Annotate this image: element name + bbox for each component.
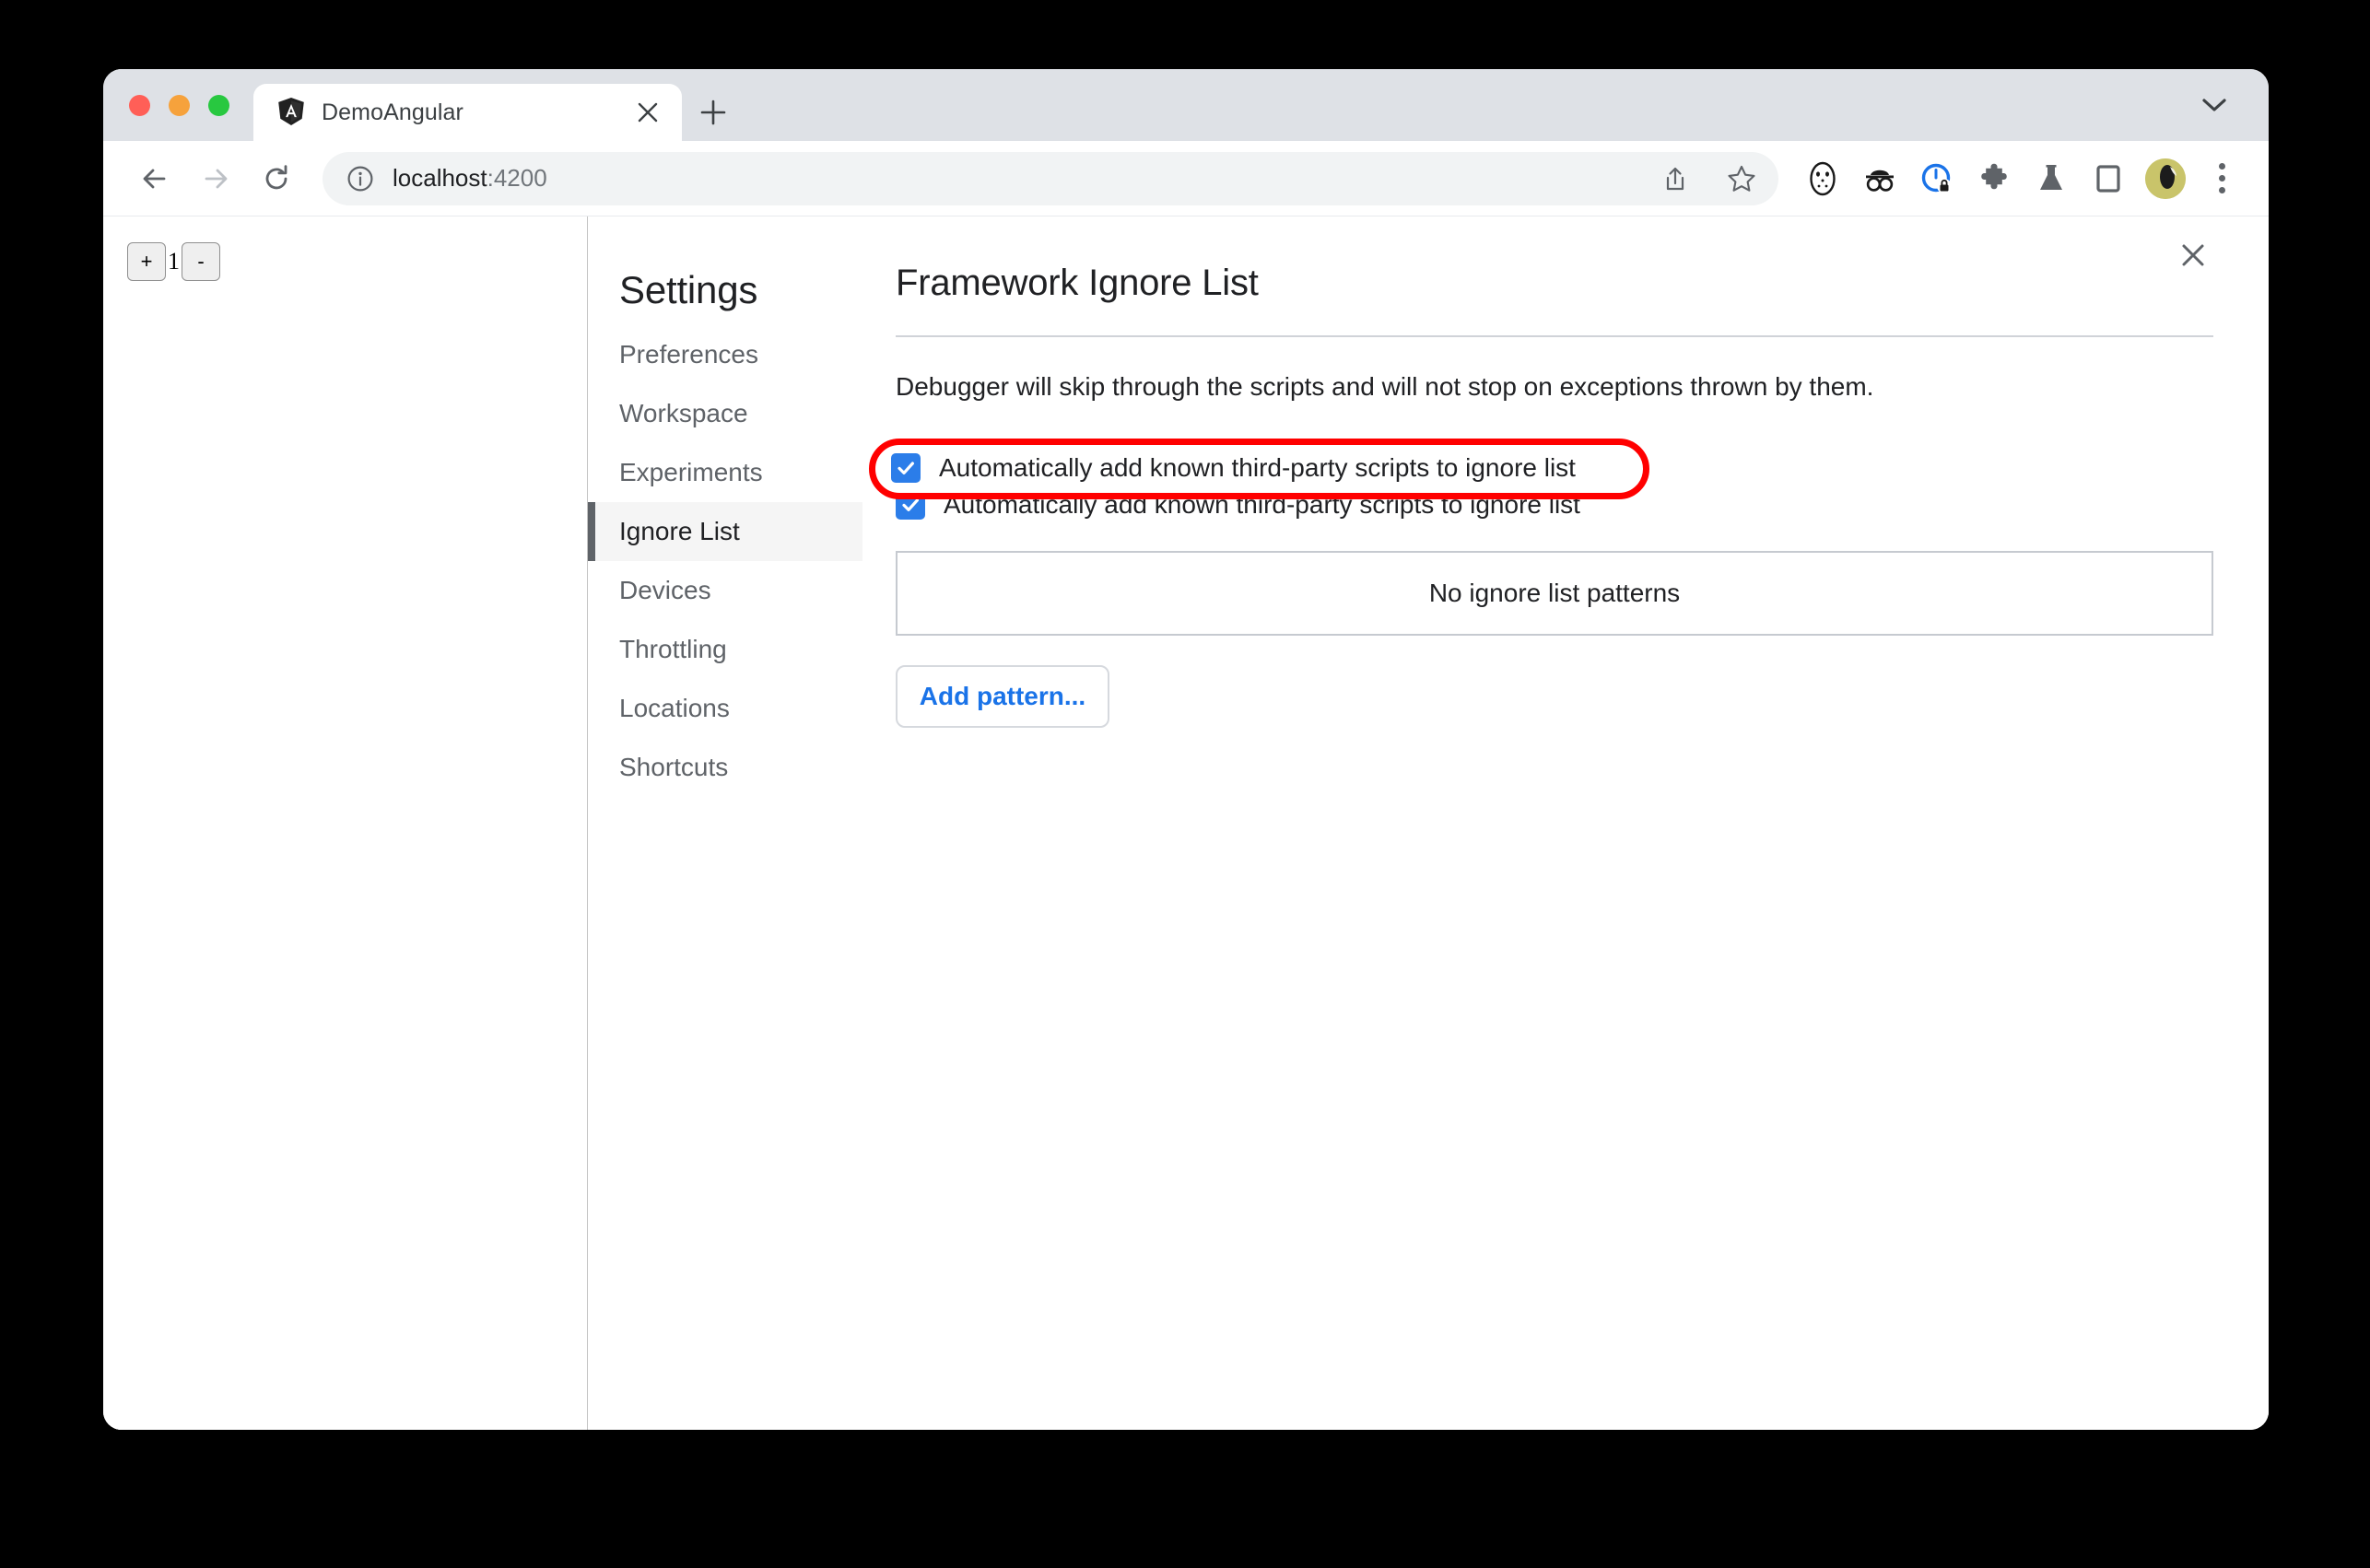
window-minimize-button[interactable] bbox=[169, 94, 190, 116]
extension-icons bbox=[1799, 155, 2189, 203]
content-region: + 1 - Settings Preferences Workspace Exp… bbox=[103, 216, 2269, 1430]
star-icon[interactable] bbox=[1718, 155, 1766, 203]
checkbox-auto-add-third-party-highlighted[interactable] bbox=[891, 453, 921, 483]
sidebar-item-shortcuts[interactable]: Shortcuts bbox=[588, 738, 862, 797]
sidebar-item-label: Devices bbox=[619, 576, 711, 604]
checkmark-icon bbox=[902, 498, 919, 511]
new-tab-button[interactable] bbox=[687, 84, 739, 141]
window-maximize-button[interactable] bbox=[208, 94, 229, 116]
tab-close-icon[interactable] bbox=[634, 99, 662, 126]
sidebar-item-label: Workspace bbox=[619, 399, 748, 427]
sidebar-item-label: Throttling bbox=[619, 635, 727, 663]
menu-dot bbox=[2218, 163, 2225, 170]
forward-arrow-icon[interactable] bbox=[188, 151, 243, 206]
checkmark-icon bbox=[898, 462, 914, 474]
puzzle-piece-extensions-icon[interactable] bbox=[1970, 155, 2018, 203]
ignore-list-patterns-box: No ignore list patterns bbox=[896, 551, 2213, 636]
ignore-list-panel: Framework Ignore List Debugger will skip… bbox=[862, 257, 2269, 1430]
sidebar-item-label: Shortcuts bbox=[619, 753, 729, 781]
checkbox-row-third-party-scripts[interactable]: Automatically add known third-party scri… bbox=[896, 481, 2213, 529]
sidebar-item-locations[interactable]: Locations bbox=[588, 679, 862, 738]
window-close-button[interactable] bbox=[129, 94, 150, 116]
sidebar-item-experiments[interactable]: Experiments bbox=[588, 443, 862, 502]
incognito-glasses-extension-icon[interactable] bbox=[1856, 155, 1904, 203]
menu-dot bbox=[2218, 187, 2225, 193]
menu-dot bbox=[2218, 175, 2225, 181]
window-traffic-lights bbox=[129, 69, 253, 141]
checkbox-auto-add-third-party[interactable] bbox=[896, 490, 925, 520]
sidebar-item-ignore-list[interactable]: Ignore List bbox=[588, 502, 862, 561]
browser-tab-demoangular[interactable]: DemoAngular bbox=[253, 84, 682, 141]
avatar[interactable] bbox=[2145, 158, 2186, 199]
devtools-settings-dialog: Settings Preferences Workspace Experimen… bbox=[588, 216, 2269, 1430]
decrement-button[interactable]: - bbox=[182, 242, 220, 281]
url-port: :4200 bbox=[487, 164, 547, 192]
sidebar-item-label: Locations bbox=[619, 694, 730, 722]
url-text[interactable]: localhost:4200 bbox=[393, 164, 1633, 193]
sidebar-item-throttling[interactable]: Throttling bbox=[588, 620, 862, 679]
flask-experiment-icon[interactable] bbox=[2027, 155, 2075, 203]
browser-toolbar: localhost:4200 bbox=[103, 141, 2269, 216]
add-pattern-button[interactable]: Add pattern... bbox=[896, 665, 1109, 728]
section-divider bbox=[896, 335, 2213, 337]
increment-button[interactable]: + bbox=[127, 242, 166, 281]
sidebar-item-preferences[interactable]: Preferences bbox=[588, 325, 862, 384]
side-panel-icon[interactable] bbox=[2084, 155, 2132, 203]
annotation-highlighted-row[interactable]: Automatically add known third-party scri… bbox=[891, 453, 1576, 483]
chevron-down-icon[interactable] bbox=[2199, 89, 2230, 121]
back-arrow-icon[interactable] bbox=[127, 151, 182, 206]
empty-state-text: No ignore list patterns bbox=[1428, 579, 1681, 607]
share-icon[interactable] bbox=[1651, 155, 1699, 203]
annotation-target-label: Automatically add known third-party scri… bbox=[939, 453, 1576, 482]
counter-value: 1 bbox=[168, 248, 180, 275]
tab-strip: DemoAngular bbox=[103, 69, 2269, 141]
sidebar-item-devices[interactable]: Devices bbox=[588, 561, 862, 620]
page-viewport: + 1 - bbox=[103, 216, 588, 1430]
sidebar-item-workspace[interactable]: Workspace bbox=[588, 384, 862, 443]
sidebar-item-label: Ignore List bbox=[619, 517, 740, 545]
sidebar-item-label: Experiments bbox=[619, 458, 763, 486]
angular-logo-icon bbox=[278, 98, 304, 126]
tab-title: DemoAngular bbox=[322, 99, 463, 125]
address-bar[interactable]: localhost:4200 bbox=[323, 151, 1778, 205]
section-title: Framework Ignore List bbox=[896, 263, 1259, 303]
page-title: Settings bbox=[619, 268, 758, 311]
url-host: localhost bbox=[393, 164, 487, 192]
info-circle-icon[interactable] bbox=[346, 165, 374, 193]
hockey-mask-extension-icon[interactable] bbox=[1799, 155, 1847, 203]
counter-widget: + 1 - bbox=[127, 242, 587, 281]
section-description: Debugger will skip through the scripts a… bbox=[896, 372, 1874, 401]
checkbox-label: Automatically add known third-party scri… bbox=[944, 490, 1580, 519]
settings-sidebar: Settings Preferences Workspace Experimen… bbox=[588, 257, 862, 1430]
lock-shield-extension-icon[interactable] bbox=[1913, 155, 1961, 203]
three-dots-menu-icon[interactable] bbox=[2200, 153, 2243, 205]
reload-icon[interactable] bbox=[249, 151, 304, 206]
sidebar-item-label: Preferences bbox=[619, 340, 758, 369]
browser-window: DemoAngular localhost:4200 + 1 - Setting… bbox=[103, 69, 2269, 1430]
